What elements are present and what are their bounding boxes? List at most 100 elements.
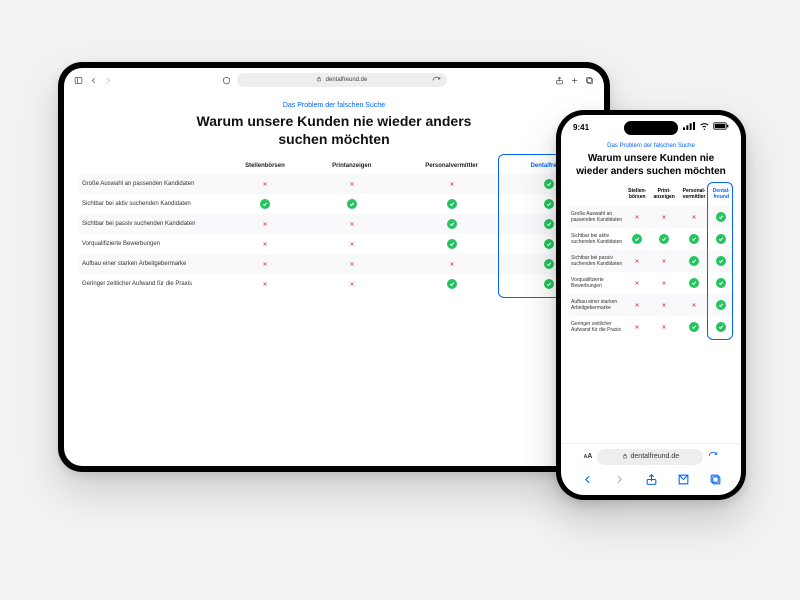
check-icon [689,256,699,266]
cell [625,206,650,228]
check-icon [716,256,726,266]
lock-icon [622,453,628,461]
check-icon [716,278,726,288]
cell [625,294,650,316]
table-row: Sichtbar bei aktiv suchenden Kandidaten [569,228,733,250]
check-icon [632,234,642,244]
bookmarks-icon[interactable] [677,473,690,488]
cell [625,316,650,338]
cell [625,250,650,272]
shield-icon[interactable] [222,76,231,85]
table-row: Geringer zeitlicher Aufwand für die Prax… [78,274,590,294]
cell [395,194,508,214]
safari-toolbar-ipad: dentalfreund.de [64,68,604,92]
comparison-table-wrap: StellenbörsenPrintanzeigenPersonalvermit… [78,158,590,294]
forward-icon[interactable] [613,473,626,488]
cross-icon [659,278,669,288]
table-row: Vorqualifizierte Bewerbungen [569,272,733,294]
signal-icon [683,122,696,132]
cell [309,194,395,214]
cross-icon [659,300,669,310]
table-row: Große Auswahl an passenden Kandidaten [569,206,733,228]
address-bar[interactable]: dentalfreund.de [237,73,447,87]
table-row: Aufbau einer starken Arbeitgebermarke [78,254,590,274]
tabs-icon[interactable] [709,473,722,488]
check-icon [716,234,726,244]
refresh-icon[interactable] [432,76,441,85]
check-icon [716,212,726,222]
row-label: Große Auswahl an passenden Kandidaten [78,174,221,194]
new-tab-icon[interactable] [570,76,579,85]
cell [395,254,508,274]
cell [309,234,395,254]
cell [679,206,710,228]
text-size-icon[interactable]: AA [584,453,593,460]
back-icon[interactable] [89,76,98,85]
address-bar[interactable]: dentalfreund.de [597,449,703,465]
check-icon [544,279,554,289]
cross-icon [659,212,669,222]
cross-icon [347,279,357,289]
page-title: Warum unsere Kunden nie wieder anders su… [571,153,731,178]
cross-icon [632,256,642,266]
column-header: Dental-freund [709,184,733,206]
check-icon [347,199,357,209]
cell [309,254,395,274]
check-icon [544,239,554,249]
check-icon [544,259,554,269]
cell [309,174,395,194]
comparison-table: Stellen-börsenPrint-anzeigenPersonal-ver… [569,184,733,338]
check-icon [716,300,726,310]
cell [709,272,733,294]
cross-icon [689,212,699,222]
iphone-screen: 9:41 Das Problem der falschen Suche Waru… [561,115,741,495]
back-icon[interactable] [581,473,594,488]
forward-icon[interactable] [104,76,113,85]
cell [679,316,710,338]
check-icon [447,219,457,229]
column-header [569,184,625,206]
cell [709,294,733,316]
check-icon [689,234,699,244]
dynamic-island [624,121,678,135]
column-header: Personalvermittler [395,158,508,174]
cell [679,250,710,272]
cross-icon [632,212,642,222]
table-row: Sichtbar bei passiv suchenden Kandidaten [569,250,733,272]
row-label: Geringer zeitlicher Aufwand für die Prax… [569,316,625,338]
battery-icon [713,122,729,132]
cell [650,250,679,272]
address-text: dentalfreund.de [326,77,368,83]
check-icon [447,239,457,249]
cell [650,206,679,228]
cell [395,174,508,194]
cell [709,316,733,338]
check-icon [659,234,669,244]
page-title: Warum unsere Kunden nie wieder anders su… [194,113,474,148]
row-label: Aufbau einer starken Arbeitgebermarke [569,294,625,316]
tabs-icon[interactable] [585,76,594,85]
cell [221,234,308,254]
cell [679,272,710,294]
cell [650,272,679,294]
ipad-screen: dentalfreund.de Das Problem der falschen… [64,68,604,466]
cross-icon [659,256,669,266]
cell [395,234,508,254]
refresh-icon[interactable] [708,451,718,463]
row-label: Sichtbar bei passiv suchenden Kandidaten [78,214,221,234]
share-icon[interactable] [645,473,658,488]
check-icon [689,278,699,288]
cross-icon [447,259,457,269]
cross-icon [347,239,357,249]
column-header: Stellenbörsen [221,158,308,174]
column-header: Print-anzeigen [650,184,679,206]
column-header: Personal-vermittler [679,184,710,206]
row-label: Aufbau einer starken Arbeitgebermarke [78,254,221,274]
ipad-device-frame: dentalfreund.de Das Problem der falschen… [58,62,610,472]
comparison-table-wrap: Stellen-börsenPrint-anzeigenPersonal-ver… [569,184,733,338]
table-row: Sichtbar bei aktiv suchenden Kandidaten [78,194,590,214]
sidebar-icon[interactable] [74,76,83,85]
share-icon[interactable] [555,76,564,85]
row-label: Vorqualifizierte Bewerbungen [78,234,221,254]
row-label: Große Auswahl an passenden Kandidaten [569,206,625,228]
